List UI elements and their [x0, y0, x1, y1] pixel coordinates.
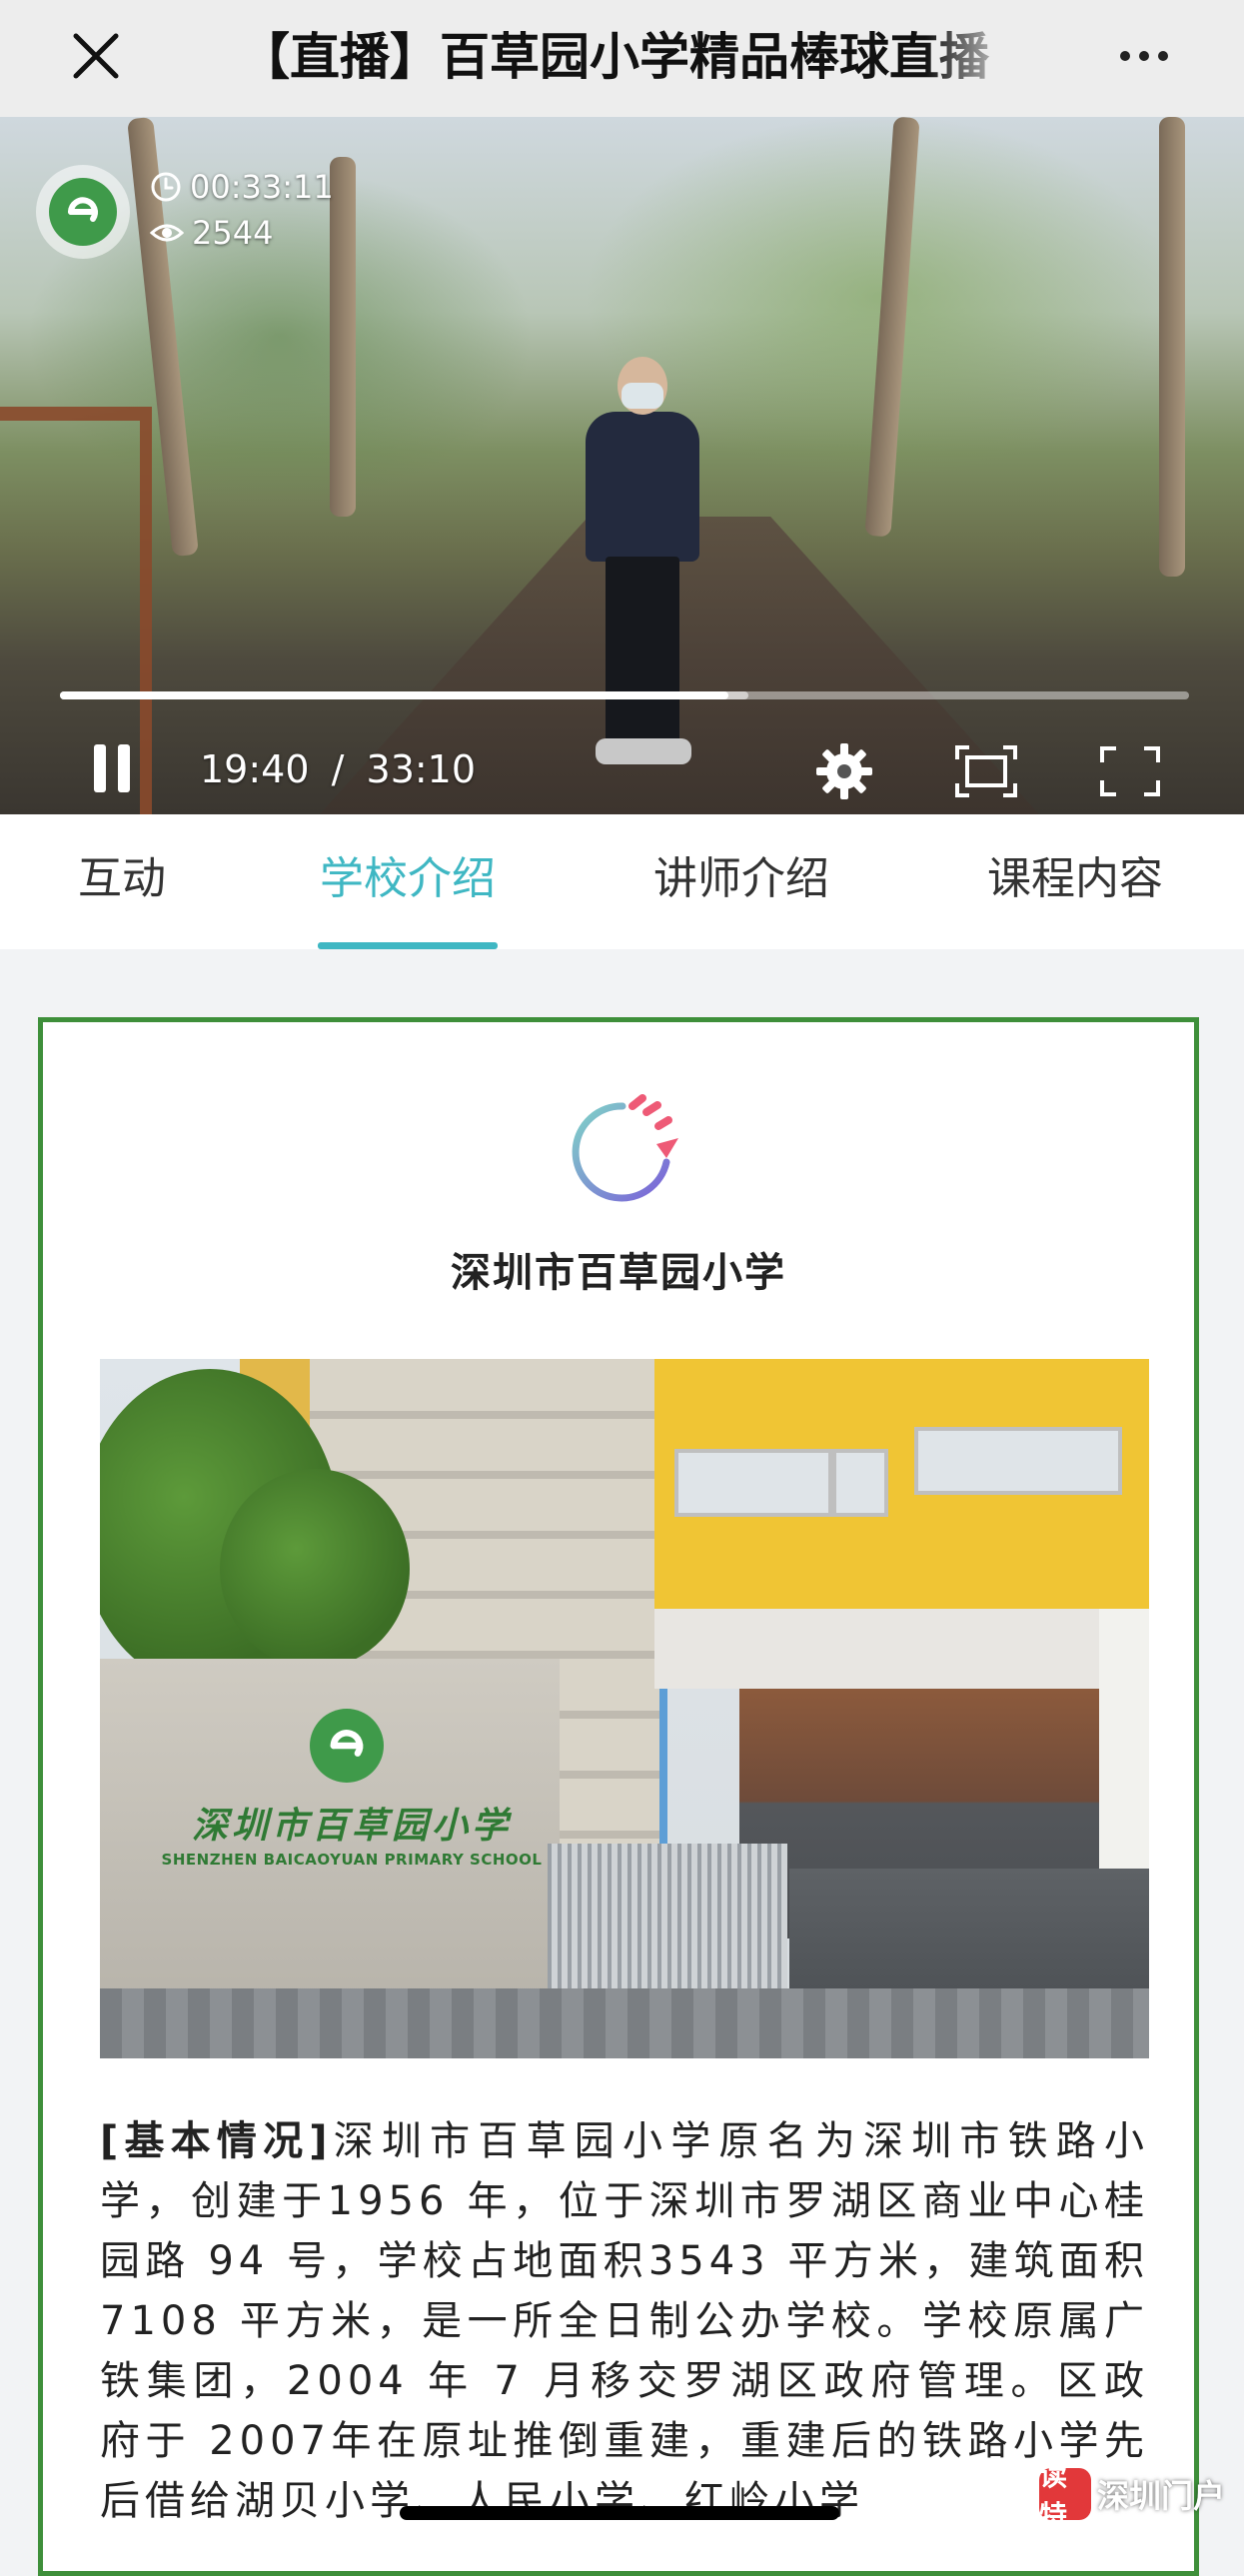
watermark-text: 深圳门户 [1097, 2477, 1226, 2515]
page-title: 【直播】百草园小学精品棒球直播 [240, 28, 989, 86]
tab-interaction[interactable]: 互动 [74, 814, 170, 949]
tab-bar: 互动 学校介绍 讲师介绍 课程内容 [0, 814, 1244, 949]
video-player[interactable]: 00:33:11 2544 19:40 / 33:10 [0, 117, 1244, 814]
more-dots-icon [1120, 51, 1168, 61]
tab-instructor-intro[interactable]: 讲师介绍 [651, 814, 831, 949]
progress-played [60, 691, 728, 699]
pause-icon [94, 744, 130, 792]
school-photo: 深圳市百草园小学 SHENZHEN BAICAOYUAN PRIMARY SCH… [100, 1359, 1149, 2058]
fullscreen-button[interactable] [1093, 738, 1167, 804]
pause-button[interactable] [84, 734, 140, 802]
live-duration-text: 00:33:11 [190, 168, 334, 206]
school-name: 深圳市百草园小学 [451, 1250, 786, 1296]
sign-chinese-name: 深圳市百草园小学 [191, 1805, 512, 1847]
watermark-badge: 读特 [1039, 2459, 1091, 2532]
more-button[interactable] [1099, 24, 1189, 88]
fullscreen-icon [1100, 746, 1160, 796]
intro-body: 深圳市百草园小学原名为深圳市铁路小学，创建于1956 年，位于深圳市罗湖区商业中… [100, 2118, 1150, 2524]
viewer-count-text: 2544 [192, 214, 274, 252]
current-time: 19:40 [200, 747, 310, 791]
loading-spinner-icon [572, 1094, 678, 1202]
home-indicator[interactable] [400, 2506, 839, 2520]
playback-time: 19:40 / 33:10 [200, 744, 476, 794]
close-icon [73, 33, 119, 79]
source-watermark: 读特 深圳门户 [1039, 2459, 1226, 2532]
tab-course-content[interactable]: 课程内容 [985, 814, 1165, 949]
viewer-count: 2544 [150, 213, 273, 253]
settings-gear-icon [816, 743, 872, 799]
settings-button[interactable] [809, 736, 879, 806]
eye-icon [150, 224, 184, 242]
video-presenter [578, 357, 707, 776]
video-scene-tree [330, 157, 356, 517]
school-logo-icon [310, 1709, 384, 1783]
clock-icon [151, 172, 181, 202]
video-scene-tree [864, 117, 920, 538]
screen-fit-icon [955, 745, 1017, 797]
time-separator: / [331, 747, 345, 791]
total-time: 33:10 [366, 747, 477, 791]
close-button[interactable] [64, 24, 128, 88]
progress-bar[interactable] [60, 691, 1189, 699]
top-bar: 【直播】百草园小学精品棒球直播 [0, 0, 1244, 117]
school-intro-text: [基本情况]深圳市百草园小学原名为深圳市铁路小学，创建于1956 年，位于深圳市… [100, 2111, 1149, 2531]
sign-english-name: SHENZHEN BAICAOYUAN PRIMARY SCHOOL [161, 1851, 543, 1869]
intro-label: [基本情况] [100, 2118, 331, 2164]
video-scene-tree [1159, 117, 1185, 577]
screen-fit-button[interactable] [949, 738, 1023, 804]
live-duration: 00:33:11 [150, 167, 334, 207]
tab-school-intro[interactable]: 学校介绍 [318, 814, 498, 949]
school-intro-card: 深圳市百草园小学 深圳市百草园小学 SHENZHEN BAICAOYUAN PR… [38, 1017, 1199, 2576]
school-logo-icon [49, 178, 117, 246]
channel-logo[interactable] [36, 165, 130, 259]
